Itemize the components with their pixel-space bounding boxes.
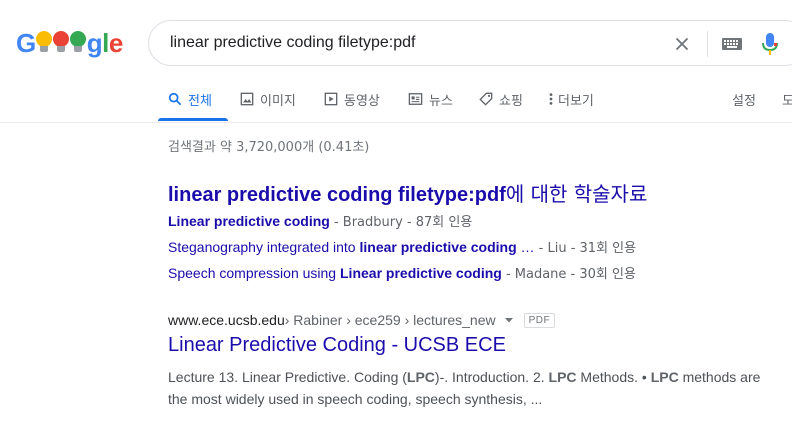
google-logo[interactable]: G g l e [16, 28, 123, 58]
scholar-item-meta: - Bradbury - 87회 인용 [329, 215, 473, 230]
tab-news[interactable]: 뉴스 [408, 88, 453, 110]
tab-label: 뉴스 [429, 93, 453, 109]
video-icon [324, 92, 338, 106]
tab-label: 동영상 [344, 93, 380, 109]
pdf-badge: PDF [523, 312, 556, 328]
scholar-link-text: Speech compression using [168, 265, 340, 281]
tab-label: 전체 [188, 93, 212, 109]
scholar-link-text: … [516, 239, 535, 255]
scholar-item: Speech compression using Linear predicti… [168, 263, 636, 282]
scholar-query: linear predictive coding filetype:pdf [168, 184, 506, 206]
clear-search-button[interactable] [671, 33, 693, 55]
result-snippet: Lecture 13. Linear Predictive. Coding (L… [168, 366, 778, 410]
tab-label: 더보기 [558, 93, 594, 109]
result-title-link[interactable]: Linear Predictive Coding - UCSB ECE [168, 334, 506, 357]
tab-label: 이미지 [260, 93, 296, 109]
scholar-item: Steganography integrated into linear pre… [168, 237, 636, 256]
tab-shopping[interactable]: 쇼핑 [479, 88, 523, 110]
news-icon [408, 92, 423, 106]
scholar-item-link[interactable]: Steganography integrated into linear pre… [168, 239, 535, 255]
tab-label: 쇼핑 [499, 93, 523, 109]
tab-label: 설정 [732, 93, 756, 109]
result-url: www.ece.ucsb.edu › Rabiner › ece259 › le… [168, 312, 556, 328]
scholar-title-suffix: 에 대한 학술자료 [505, 182, 648, 206]
snippet-highlight: LPC [406, 369, 435, 385]
scholar-link-text: Steganography integrated into [168, 239, 360, 255]
search-divider [707, 31, 708, 57]
microphone-icon [762, 33, 778, 55]
tab-videos[interactable]: 동영상 [324, 88, 380, 110]
tab-tools[interactable]: 도 [782, 88, 792, 110]
image-icon [240, 92, 254, 106]
lightbulb-icon [36, 31, 53, 53]
keyboard-button[interactable] [721, 35, 743, 53]
tag-icon [479, 92, 493, 106]
logo-letter-l: l [102, 27, 109, 58]
scholar-item-link[interactable]: Linear predictive coding [168, 213, 330, 229]
snippet-text: )-. Introduction. 2. [434, 369, 549, 385]
more-vert-icon [548, 92, 554, 106]
lightbulb-icon [53, 31, 70, 53]
result-menu-button[interactable] [504, 315, 514, 325]
tab-all[interactable]: 전체 [168, 88, 212, 110]
lightbulb-icon [70, 31, 87, 53]
search-tabs: 전체 이미지 동영상 뉴스 쇼핑 더보기 설정 도 [0, 84, 792, 122]
active-tab-indicator [158, 118, 228, 121]
keyboard-icon [722, 38, 742, 50]
logo-letter-g: G [16, 27, 36, 58]
snippet-text: Lecture 13. Linear Predictive. Coding ( [168, 369, 407, 385]
caret-down-icon [504, 318, 513, 323]
result-breadcrumb: › Rabiner › ece259 › lectures_new [284, 312, 496, 328]
voice-search-button[interactable] [761, 32, 779, 56]
snippet-text: Methods. • [576, 369, 651, 385]
snippet-highlight: LPC [650, 369, 679, 385]
result-domain: www.ece.ucsb.edu [168, 312, 285, 328]
search-icon [168, 92, 182, 106]
scholar-link-bold: linear predictive coding [359, 239, 517, 255]
scholar-item-meta: - Liu - 31회 인용 [534, 241, 637, 256]
snippet-highlight: LPC [548, 369, 577, 385]
scholar-item-meta: - Madane - 30회 인용 [501, 267, 636, 282]
scholar-title-link[interactable]: linear predictive coding filetype:pdf에 대… [168, 178, 647, 207]
logo-letter-e: e [108, 27, 123, 58]
scholar-item: Linear predictive coding - Bradbury - 87… [168, 211, 472, 230]
tab-images[interactable]: 이미지 [240, 88, 296, 110]
tab-more[interactable]: 더보기 [548, 88, 594, 110]
scholar-link-bold: Linear predictive coding [168, 213, 330, 229]
search-input[interactable] [170, 34, 650, 52]
tab-label: 도 [782, 93, 792, 109]
scholar-link-bold: Linear predictive coding [340, 265, 502, 281]
scholar-item-link[interactable]: Speech compression using Linear predicti… [168, 265, 502, 281]
tab-settings[interactable]: 설정 [732, 88, 756, 110]
tabs-divider [0, 122, 792, 123]
close-icon [675, 37, 689, 51]
search-box [148, 20, 792, 66]
logo-letter-g2: g [86, 27, 103, 58]
result-stats: 검색결과 약 3,720,000개 (0.41초) [168, 140, 370, 155]
